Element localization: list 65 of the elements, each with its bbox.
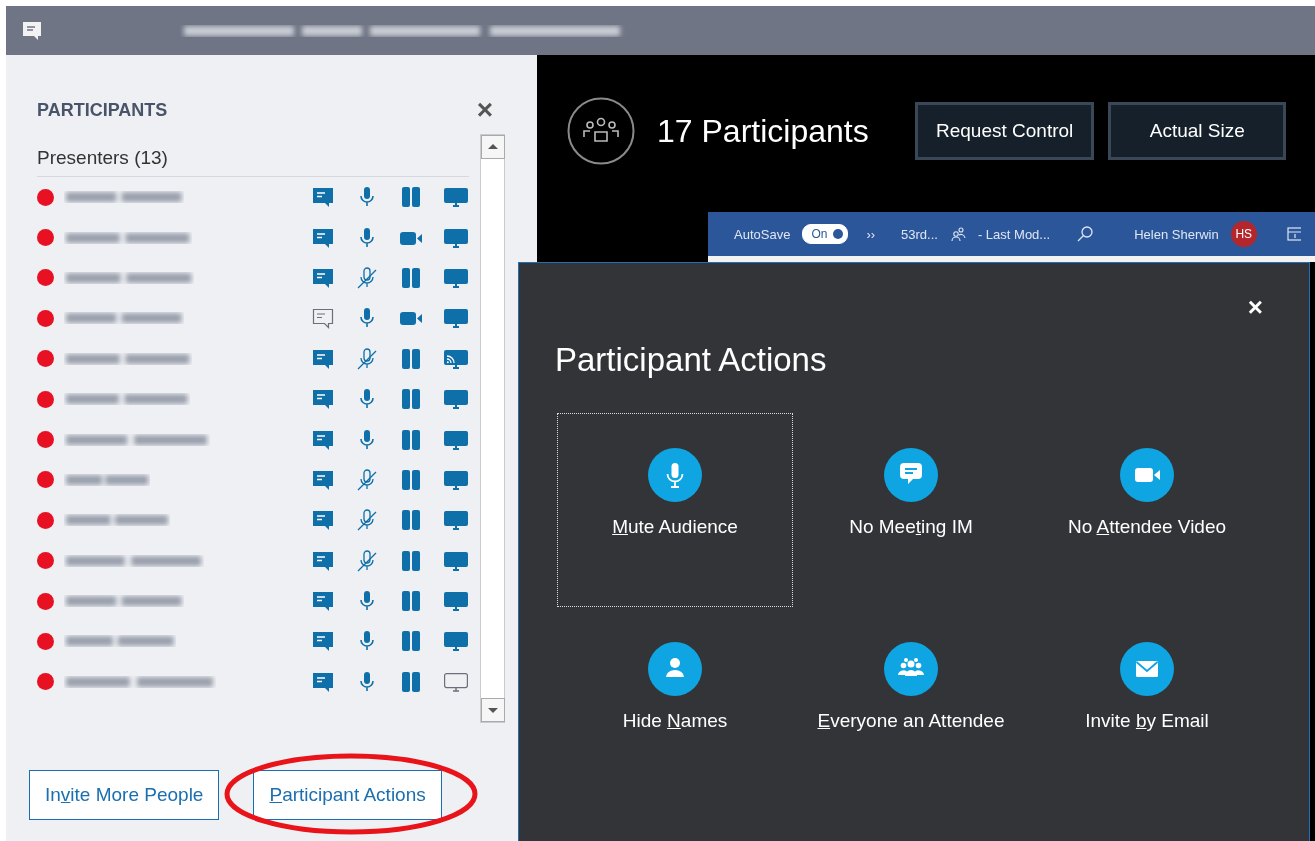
pause-icon[interactable] (399, 508, 423, 533)
monitor-icon[interactable] (443, 185, 469, 210)
panel-title: PARTICIPANTS (37, 99, 168, 121)
action-label: Hide Names (622, 710, 728, 732)
action-tile[interactable]: No Attendee Video (1029, 413, 1265, 607)
dialog-title: Participant Actions (555, 341, 828, 379)
action-label: Invite by Email (1085, 710, 1209, 732)
pause-icon[interactable] (399, 669, 423, 694)
person-icon (648, 642, 702, 696)
stage-button[interactable]: Actual Size (1108, 102, 1287, 160)
action-label: No Meeting IM (849, 516, 973, 538)
monitor-icon[interactable] (443, 508, 469, 533)
monitor-icon[interactable] (443, 306, 469, 331)
action-button[interactable]: Participant Actions (253, 770, 442, 820)
pause-icon[interactable] (399, 467, 423, 492)
pause-icon[interactable] (399, 548, 423, 573)
camera-icon (1120, 448, 1174, 502)
chat-icon (884, 448, 938, 502)
autosave-label: AutoSave (734, 226, 791, 242)
last-modified: - Last Mod... (977, 226, 1051, 242)
pause-icon[interactable] (399, 185, 423, 210)
participant-count: 17 Participants (657, 112, 870, 150)
muted-mic-icon[interactable] (355, 265, 379, 290)
pause-icon[interactable] (399, 589, 423, 614)
pause-icon[interactable] (399, 265, 423, 290)
pause-icon[interactable] (399, 427, 423, 452)
pause-icon[interactable] (399, 346, 423, 371)
action-label: Everyone an Attendee (817, 710, 1005, 732)
action-button[interactable]: Invite More People (29, 770, 220, 820)
action-tile[interactable]: Invite by Email (1029, 607, 1265, 801)
monitor-icon[interactable] (443, 589, 469, 614)
scroll-up-icon[interactable] (481, 135, 505, 159)
muted-mic-icon[interactable] (355, 467, 379, 492)
muted-mic-icon[interactable] (355, 508, 379, 533)
scroll-down-icon[interactable] (481, 698, 505, 722)
monitor-icon[interactable] (443, 387, 469, 412)
scrollbar[interactable] (480, 134, 505, 723)
muted-mic-icon[interactable] (355, 548, 379, 573)
search-icon[interactable] (1076, 225, 1095, 243)
group-header: Presenters (13) (37, 140, 469, 177)
action-tile[interactable]: Mute Audience (557, 413, 793, 607)
group-icon (884, 642, 938, 696)
close-button[interactable]: × (1241, 293, 1269, 321)
action-label: No Attendee Video (1067, 516, 1227, 538)
window-icon[interactable] (1286, 226, 1301, 242)
action-label: Mute Audience (612, 516, 738, 538)
more-chevron[interactable]: ›› (866, 226, 876, 242)
mail-icon (1120, 642, 1174, 696)
autosave-toggle[interactable]: On (802, 224, 849, 244)
monitor-icon[interactable] (443, 629, 469, 654)
action-tile[interactable]: No Meeting IM (793, 413, 1029, 607)
people-icon (949, 226, 966, 242)
chat-icon[interactable] (311, 306, 335, 331)
stage-button[interactable]: Request Control (915, 102, 1095, 160)
document-name: 53rd... (901, 226, 938, 242)
user-avatar[interactable]: HS (1230, 221, 1257, 247)
pause-icon[interactable] (399, 629, 423, 654)
microphone-icon (648, 448, 702, 502)
action-tile[interactable]: Everyone an Attendee (793, 607, 1029, 801)
pause-icon[interactable] (399, 387, 423, 412)
close-button[interactable]: × (472, 96, 497, 124)
people-icon (567, 97, 635, 165)
muted-mic-icon[interactable] (355, 346, 379, 371)
action-tile[interactable]: Hide Names (557, 607, 793, 801)
user-name: Helen Sherwin (1134, 226, 1219, 242)
